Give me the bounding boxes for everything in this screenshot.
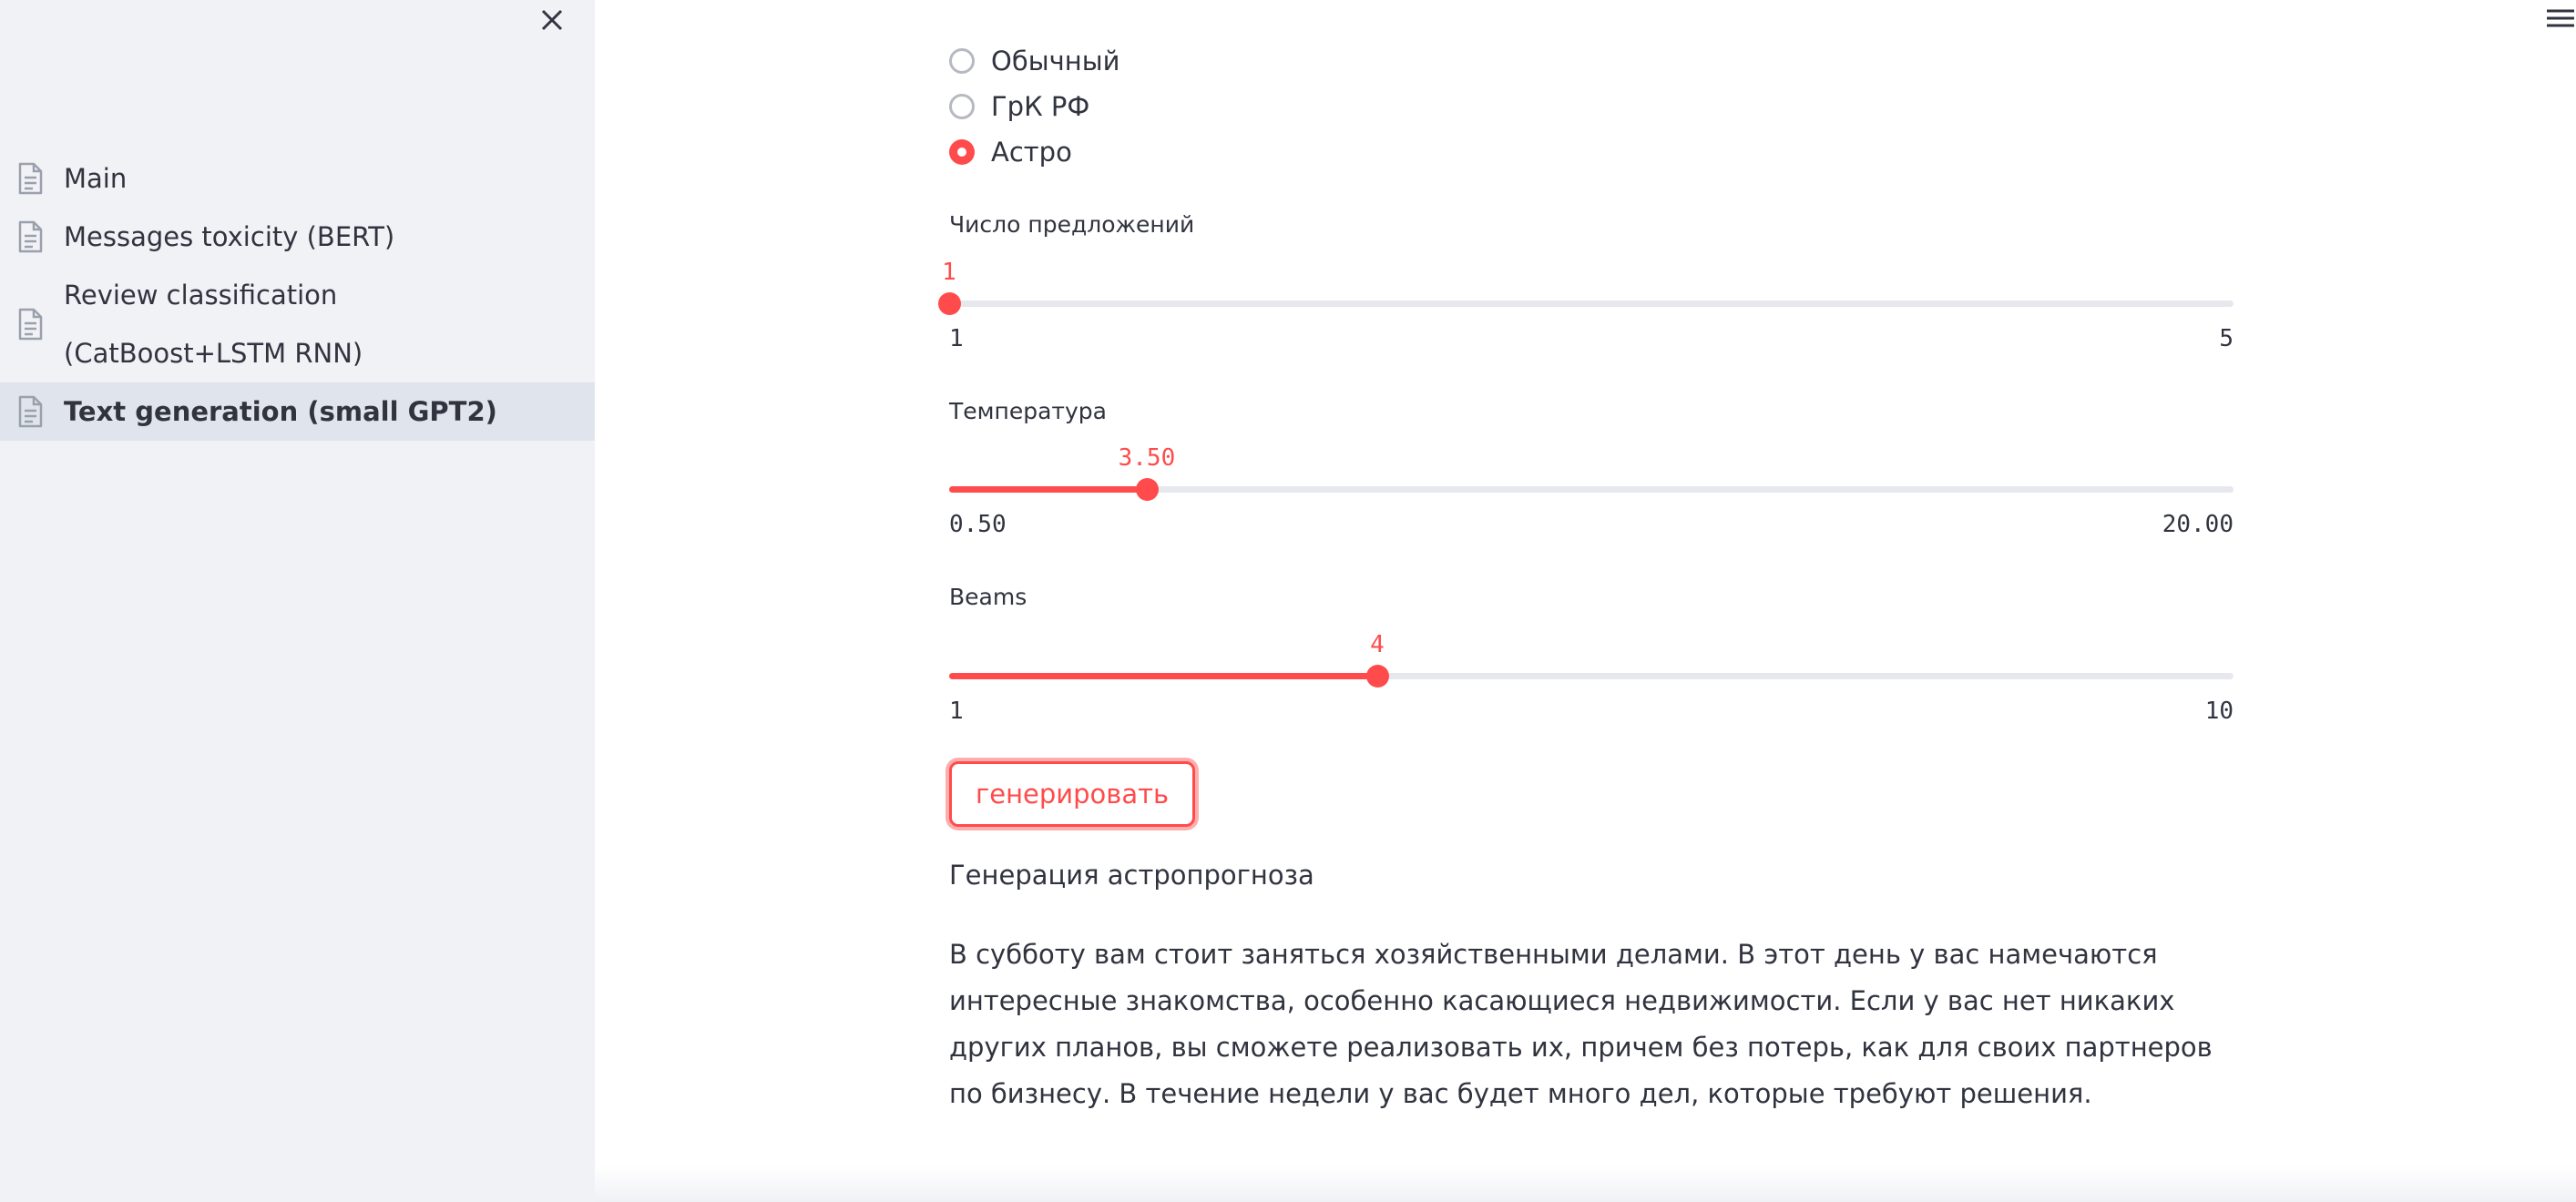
radio-circle [949, 94, 975, 119]
slider-thumb[interactable] [1135, 478, 1159, 501]
sidebar-item-review-classification[interactable]: Review classification (CatBoost+LSTM RNN… [0, 266, 595, 382]
slider-max-label: 20.00 [2162, 511, 2234, 538]
slider-thumb[interactable] [938, 292, 961, 315]
radio-label: Обычный [991, 46, 1120, 76]
sidebar-item-text-generation[interactable]: Text generation (small GPT2) [0, 382, 595, 441]
slider-min-label: 0.50 [949, 511, 1007, 538]
slider-current-value: 4 [1370, 631, 1385, 658]
sidebar-nav: Main Messages toxicity (BERT) Review cla… [0, 149, 595, 441]
main-content: Обычный ГрК РФ Астро Число предложений 1… [595, 0, 2576, 1202]
sidebar-item-label: Review classification (CatBoost+LSTM RNN… [64, 280, 363, 369]
beams-slider-label: Beams [949, 584, 1027, 610]
slider-track [949, 300, 2234, 307]
beams-slider[interactable]: 4 1 10 [949, 631, 2234, 725]
generate-button[interactable]: генерировать [949, 761, 1196, 827]
radio-circle-selected [949, 139, 975, 165]
slider-current-value: 1 [942, 259, 956, 286]
radio-option-astro[interactable]: Астро [949, 129, 1072, 175]
radio-label: ГрК РФ [991, 91, 1090, 122]
sidebar-item-messages-toxicity[interactable]: Messages toxicity (BERT) [0, 208, 595, 266]
document-icon [18, 308, 43, 341]
sidebar-item-main[interactable]: Main [0, 149, 595, 208]
radio-option-regular[interactable]: Обычный [949, 38, 1119, 84]
hamburger-menu-icon [2547, 9, 2574, 27]
close-sidebar-button[interactable] [536, 4, 568, 36]
app-window: Main Messages toxicity (BERT) Review cla… [0, 0, 2576, 1202]
radio-circle [949, 48, 975, 74]
sentences-slider-label: Число предложений [949, 211, 1195, 238]
radio-option-grk-rf[interactable]: ГрК РФ [949, 84, 1089, 129]
slider-fill [949, 673, 1377, 679]
slider-current-value: 3.50 [1118, 444, 1176, 472]
main-menu-button[interactable] [2545, 5, 2576, 33]
slider-max-label: 5 [2219, 325, 2234, 352]
bottom-shadow [595, 1166, 2576, 1202]
generation-title: Генерация астропрогноза [949, 860, 1314, 891]
temperature-slider[interactable]: 3.50 0.50 20.00 [949, 444, 2234, 538]
close-icon [541, 9, 563, 31]
sentences-slider[interactable]: 1 1 5 [938, 259, 2234, 352]
document-icon [18, 162, 43, 195]
slider-thumb[interactable] [1366, 665, 1389, 688]
radio-label: Астро [991, 137, 1072, 168]
document-icon [18, 395, 43, 428]
temperature-slider-label: Температура [949, 398, 1107, 424]
document-icon [18, 220, 43, 253]
slider-max-label: 10 [2204, 698, 2234, 725]
sidebar: Main Messages toxicity (BERT) Review cla… [0, 0, 595, 1202]
slider-fill [949, 486, 1147, 493]
sidebar-item-label: Text generation (small GPT2) [64, 396, 497, 427]
slider-min-label: 1 [949, 698, 964, 725]
sidebar-item-label: Messages toxicity (BERT) [64, 221, 395, 252]
sidebar-item-label: Main [64, 163, 128, 194]
generated-text: В субботу вам стоит заняться хозяйственн… [949, 939, 2213, 1109]
slider-min-label: 1 [949, 325, 964, 352]
